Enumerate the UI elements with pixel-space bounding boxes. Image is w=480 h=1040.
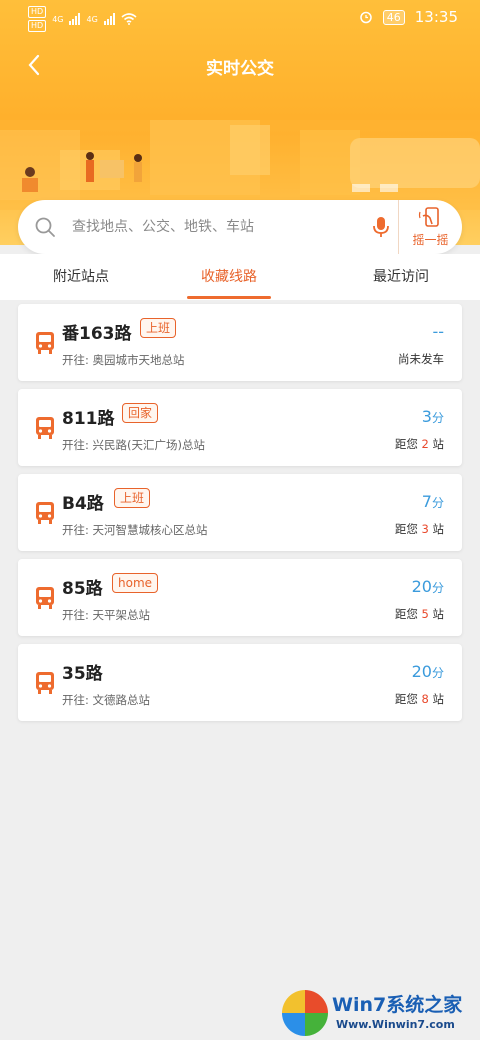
route-card[interactable]: B4路 上班 开往: 天河智慧城核心区总站 7分 距您 3 站 xyxy=(18,474,462,551)
route-name: 85路 xyxy=(62,579,103,599)
eta: 20分 xyxy=(411,662,444,681)
battery-indicator: 46 xyxy=(382,9,405,25)
stops-away: 距您 8 站 xyxy=(394,692,444,706)
search-bar: 摇一摇 xyxy=(18,200,462,254)
signal-icon xyxy=(103,13,115,25)
route-card[interactable]: 85路 home 开往: 天平架总站 20分 距您 5 站 xyxy=(18,559,462,636)
watermark-url: Www.Winwin7.com xyxy=(336,1018,455,1031)
hd-badge: HD xyxy=(28,6,47,18)
route-status: 尚未发车 xyxy=(398,352,444,366)
bus-icon xyxy=(36,672,54,694)
microphone-icon[interactable] xyxy=(368,214,394,240)
watermark-title: Win7系统之家 xyxy=(332,994,463,1016)
tab-bar: 附近站点 收藏线路 最近访问 xyxy=(0,254,480,300)
stops-away: 距您 2 站 xyxy=(394,437,444,451)
active-tab-indicator xyxy=(187,296,271,299)
page-title: 实时公交 xyxy=(206,59,274,79)
network-label: 4G xyxy=(52,14,64,24)
route-destination: 开往: 兴民路(天汇广场)总站 xyxy=(62,438,206,452)
watermark: Win7系统之家 Www.Winwin7.com xyxy=(280,988,480,1040)
bus-icon xyxy=(36,502,54,524)
bus-icon xyxy=(36,587,54,609)
tab-favorite-routes[interactable]: 收藏线路 xyxy=(201,266,257,286)
tab-recent[interactable]: 最近访问 xyxy=(373,266,429,286)
route-card[interactable]: 35路 开往: 文德路总站 20分 距您 8 站 xyxy=(18,644,462,721)
shake-hand-icon xyxy=(418,207,439,227)
route-destination: 开往: 天河智慧城核心区总站 xyxy=(62,523,208,537)
route-tag: 上班 xyxy=(140,318,177,338)
route-destination: 开往: 天平架总站 xyxy=(62,608,151,622)
route-destination: 开往: 文德路总站 xyxy=(62,693,151,707)
alarm-icon xyxy=(360,11,372,24)
bus-icon xyxy=(36,417,54,439)
stops-away: 距您 3 站 xyxy=(394,522,444,536)
nav-bar: 实时公交 xyxy=(0,50,480,84)
signal-icon xyxy=(69,13,81,25)
eta: 3分 xyxy=(421,407,444,426)
city-illustration xyxy=(0,120,480,210)
eta: 7分 xyxy=(421,492,444,511)
route-destination: 开往: 奥园城市天地总站 xyxy=(62,353,185,367)
network-label: 4G xyxy=(86,14,98,24)
eta: 20分 xyxy=(411,577,444,596)
search-icon xyxy=(35,217,55,237)
route-name: 番163路 xyxy=(62,324,132,344)
windows-logo-icon xyxy=(282,990,328,1036)
route-name: B4路 xyxy=(62,494,104,514)
clock: 13:35 xyxy=(414,8,458,26)
stops-away: 距您 5 站 xyxy=(394,607,444,621)
tab-nearby-stops[interactable]: 附近站点 xyxy=(53,266,109,286)
bus-icon xyxy=(36,332,54,354)
route-tag: 回家 xyxy=(122,403,159,423)
route-name: 811路 xyxy=(62,409,115,429)
route-tag: home xyxy=(112,573,159,593)
status-bar: HD HD 4G 4G 46 13:35 xyxy=(0,0,480,34)
search-input[interactable] xyxy=(72,210,352,244)
route-name: 35路 xyxy=(62,664,103,684)
route-card[interactable]: 番163路 上班 开往: 奥园城市天地总站 -- 尚未发车 xyxy=(18,304,462,381)
shake-button[interactable]: 摇一摇 xyxy=(398,200,462,254)
route-tag: 上班 xyxy=(114,488,151,508)
hd-badge: HD xyxy=(28,20,47,32)
eta: -- xyxy=(432,322,444,341)
shake-label: 摇一摇 xyxy=(412,233,449,247)
wifi-icon xyxy=(121,13,137,25)
route-card[interactable]: 811路 回家 开往: 兴民路(天汇广场)总站 3分 距您 2 站 xyxy=(18,389,462,466)
